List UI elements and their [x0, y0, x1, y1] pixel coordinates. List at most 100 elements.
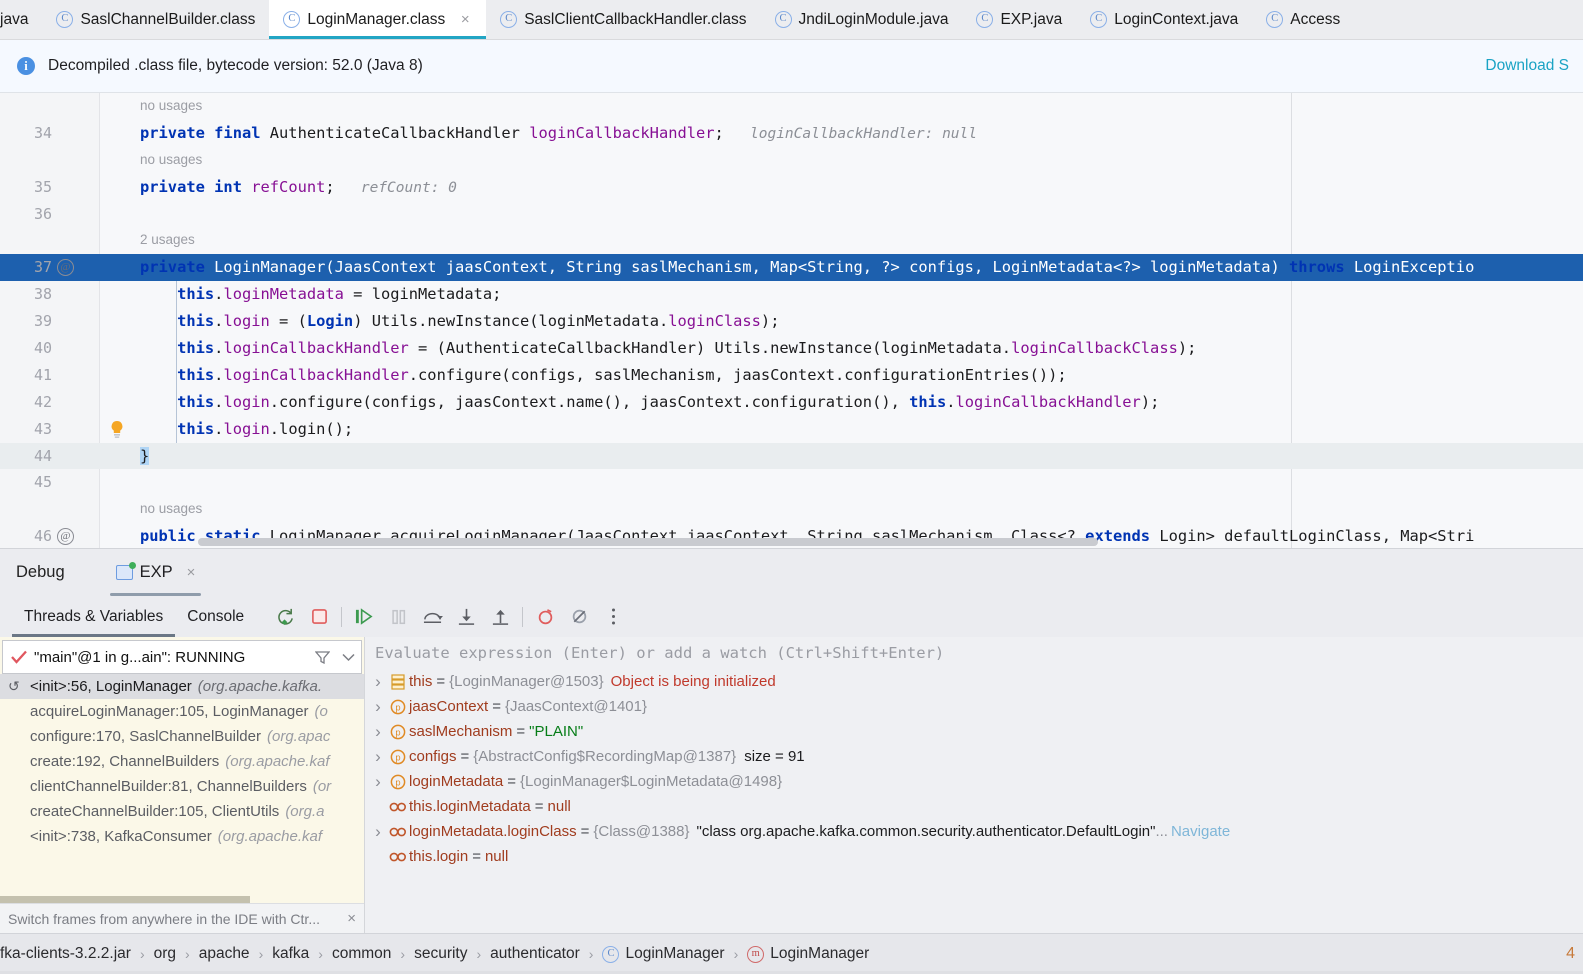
editor-tab-jndiloginmodule-java[interactable]: C JndiLoginModule.java: [761, 0, 963, 39]
usage-hint[interactable]: no usages: [140, 93, 202, 120]
variable-name: this.login: [409, 848, 469, 865]
chevron-down-icon[interactable]: [342, 653, 355, 662]
code-lines[interactable]: no usages 34 private final AuthenticateCal…: [0, 93, 1583, 548]
code-line-row[interactable]: 38 this.loginMetadata = loginMetadata;: [0, 281, 1583, 309]
code-line-row[interactable]: 36: [0, 201, 1583, 228]
chevron-right-icon[interactable]: ›: [369, 747, 387, 767]
resume-icon[interactable]: [347, 602, 381, 632]
variable-row[interactable]: › p saslMechanism = "PLAIN": [365, 719, 1583, 744]
chevron-right-icon[interactable]: ›: [369, 772, 387, 792]
breadcrumb-item[interactable]: common: [332, 945, 391, 963]
code-line-row[interactable]: 43 this.login.login();: [0, 415, 1583, 443]
frame-list-item[interactable]: <init>:738, KafkaConsumer (org.apache.kaf: [0, 824, 364, 849]
step-out-icon[interactable]: [483, 602, 517, 632]
usage-marker-row[interactable]: no usages: [0, 496, 1583, 523]
editor-tab-logincontext-java[interactable]: C LoginContext.java: [1076, 0, 1252, 39]
variable-row[interactable]: › p configs = {AbstractConfig$RecordingMap@1…: [365, 744, 1583, 769]
chevron-right-icon[interactable]: ›: [369, 697, 387, 717]
frame-list-item[interactable]: createChannelBuilder:105, ClientUtils (or…: [0, 799, 364, 824]
lightbulb-icon[interactable]: [108, 420, 126, 439]
variable-row[interactable]: › p jaasContext = {JaasContext@1401}: [365, 694, 1583, 719]
navigate-link[interactable]: Navigate: [1171, 823, 1230, 840]
step-into-icon[interactable]: [449, 602, 483, 632]
mute-breakpoints-icon[interactable]: [562, 602, 596, 632]
breadcrumb-item[interactable]: authenticator: [490, 945, 580, 963]
code-line-row[interactable]: 45: [0, 469, 1583, 496]
thread-selector[interactable]: "main"@1 in g...ain": RUNNING: [2, 640, 362, 674]
usage-hint[interactable]: no usages: [140, 147, 202, 174]
usage-marker-row[interactable]: no usages: [0, 93, 1583, 120]
variable-row[interactable]: › loginMetadata.loginClass = {Class@1388} "c…: [365, 819, 1583, 844]
variable-null-value: null: [484, 848, 509, 865]
override-marker-icon[interactable]: @: [57, 528, 74, 546]
chevron-right-icon[interactable]: ›: [369, 822, 387, 842]
editor-horizontal-scrollbar[interactable]: [198, 538, 1098, 546]
variables-list[interactable]: › this = {LoginManager@1503} Object is being…: [365, 669, 1583, 933]
code-line-row[interactable]: 35 private int refCount; refCount: 0: [0, 174, 1583, 201]
code-line-row[interactable]: 34 private final AuthenticateCallbackHand…: [0, 120, 1583, 147]
frames-horizontal-scrollbar[interactable]: [0, 896, 250, 903]
variable-row[interactable]: this.loginMetadata = null: [365, 794, 1583, 819]
code-editor[interactable]: no usages 34 private final AuthenticateCal…: [0, 93, 1583, 548]
filter-icon[interactable]: [315, 650, 330, 664]
view-breakpoints-icon[interactable]: [528, 602, 562, 632]
editor-tab-java[interactable]: java: [0, 0, 42, 39]
breadcrumb-item[interactable]: security: [414, 945, 467, 963]
editor-tab-exp-java[interactable]: C EXP.java: [962, 0, 1076, 39]
frame-list-item[interactable]: acquireLoginManager:105, LoginManager (o: [0, 699, 364, 724]
frame-name: configure:170, SaslChannelBuilder: [30, 728, 261, 745]
thread-selector-label: "main"@1 in g...ain": RUNNING: [34, 648, 246, 666]
editor-tab-loginmanager-class[interactable]: C LoginManager.class ×: [269, 0, 487, 39]
breadcrumb-item[interactable]: fka-clients-3.2.2.jar: [0, 945, 131, 963]
variable-row[interactable]: › p loginMetadata = {LoginManager$LoginMetad…: [365, 769, 1583, 794]
variable-equals: =: [516, 723, 526, 740]
download-sources-link[interactable]: Download S: [1485, 57, 1569, 75]
rerun-icon[interactable]: [268, 602, 302, 632]
usage-marker-row[interactable]: 2 usages: [0, 227, 1583, 254]
usage-hint[interactable]: no usages: [140, 496, 202, 523]
editor-tab-access[interactable]: C Access: [1252, 0, 1354, 39]
editor-tab-saslchannelbuilder-class[interactable]: C SaslChannelBuilder.class: [42, 0, 269, 39]
variable-size: size = 91: [744, 748, 805, 765]
chevron-right-icon[interactable]: ›: [369, 672, 387, 692]
breadcrumb-item[interactable]: C LoginManager: [602, 945, 725, 963]
code-line-row[interactable]: 42 this.login.configure(configs, jaasCon…: [0, 388, 1583, 416]
evaluate-expression-input[interactable]: Evaluate expression (Enter) or add a wat…: [365, 637, 1583, 669]
editor-tab-saslclientcallbackhandler-class[interactable]: C SaslClientCallbackHandler.class: [486, 0, 760, 39]
tab-console[interactable]: Console: [175, 596, 256, 637]
code-line-row[interactable]: 41 this.loginCallbackHandler.configure(c…: [0, 361, 1583, 389]
usage-hint[interactable]: 2 usages: [140, 227, 195, 254]
breadcrumb-item[interactable]: apache: [199, 945, 250, 963]
frame-list-item[interactable]: ↺ <init>:56, LoginManager (org.apache.kafk…: [0, 674, 364, 699]
variable-name: this: [409, 673, 433, 690]
debug-session-tab-exp[interactable]: EXP ×: [109, 549, 202, 596]
usage-marker-row[interactable]: no usages: [0, 147, 1583, 174]
close-icon[interactable]: ×: [187, 564, 196, 581]
frame-list-item[interactable]: clientChannelBuilder:81, ChannelBuilders…: [0, 774, 364, 799]
variable-name: saslMechanism: [409, 723, 513, 740]
breadcrumb-item[interactable]: org: [154, 945, 176, 963]
breadcrumb-item[interactable]: m LoginManager: [747, 945, 869, 963]
step-over-icon[interactable]: [415, 602, 449, 632]
frame-name: <init>:738, KafkaConsumer: [30, 828, 212, 845]
code-line-row[interactable]: 37 @ private LoginManager(JaasContext jaas…: [0, 254, 1583, 282]
variable-row[interactable]: › this = {LoginManager@1503} Object is being…: [365, 669, 1583, 694]
chevron-right-icon[interactable]: ›: [369, 722, 387, 742]
breadcrumb-label: LoginManager: [770, 945, 870, 962]
stop-icon[interactable]: [302, 602, 336, 632]
close-icon[interactable]: ×: [458, 12, 472, 27]
code-text: this.loginCallbackHandler.configure(conf…: [177, 365, 1067, 384]
more-options-icon[interactable]: [596, 602, 630, 632]
frame-list-item[interactable]: create:192, ChannelBuilders (org.apache.k…: [0, 749, 364, 774]
tab-threads-and-variables[interactable]: Threads & Variables: [12, 596, 176, 637]
override-marker-icon[interactable]: @: [57, 259, 74, 277]
code-line-row[interactable]: 40 this.loginCallbackHandler = (Authenti…: [0, 335, 1583, 362]
frames-list[interactable]: ↺ <init>:56, LoginManager (org.apache.kafk…: [0, 674, 364, 903]
breadcrumb-item[interactable]: kafka: [272, 945, 309, 963]
code-line-row[interactable]: 44}: [0, 442, 1583, 470]
variable-equals: =: [436, 673, 446, 690]
close-icon[interactable]: ×: [347, 910, 356, 927]
code-line-row[interactable]: 39 this.login = (Login) Utils.newInstanc…: [0, 308, 1583, 336]
frame-list-item[interactable]: configure:170, SaslChannelBuilder (org.ap…: [0, 724, 364, 749]
variable-row[interactable]: this.login = null: [365, 844, 1583, 869]
